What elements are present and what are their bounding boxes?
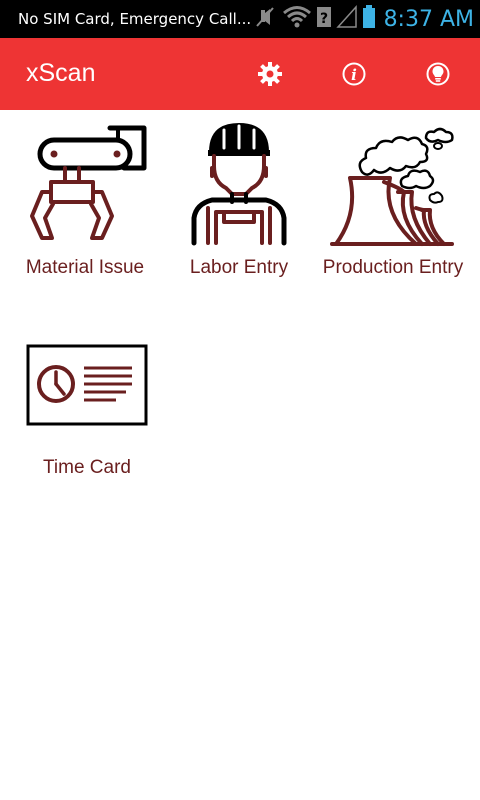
tile-label: Production Entry	[322, 257, 464, 278]
info-icon: i	[342, 62, 366, 86]
battery-icon	[362, 4, 376, 34]
status-bar: No SIM Card, Emergency Call... ? 8:37 AM	[0, 0, 480, 38]
info-button[interactable]: i	[340, 60, 368, 88]
tile-label: Time Card	[43, 457, 131, 478]
factory-icon	[330, 127, 454, 246]
wifi-icon	[282, 4, 312, 34]
robot-arm-icon	[30, 125, 147, 240]
lightbulb-icon	[426, 62, 450, 86]
svg-text:?: ?	[320, 11, 328, 27]
svg-text:i: i	[351, 66, 357, 84]
carrier-status-text: No SIM Card, Emergency Call...	[18, 10, 252, 28]
tile-material-issue[interactable]: Material Issue	[10, 118, 160, 288]
settings-icon	[258, 62, 282, 86]
tile-production-entry[interactable]: Production Entry	[318, 118, 468, 308]
help-button[interactable]	[424, 60, 452, 88]
tile-time-card[interactable]: Time Card	[12, 338, 162, 488]
tile-label: Labor Entry	[189, 257, 289, 278]
mute-icon	[252, 4, 278, 34]
no-signal-icon	[335, 4, 358, 34]
worker-icon	[191, 123, 287, 246]
status-icons: ? 8:37 AM	[248, 4, 474, 34]
time-card-icon	[26, 344, 148, 426]
clock-time: 8:37 AM	[383, 6, 474, 32]
tile-label: Material Issue	[25, 257, 145, 278]
settings-button[interactable]	[256, 60, 284, 88]
tile-labor-entry[interactable]: Labor Entry	[164, 118, 314, 288]
app-title: xScan	[26, 59, 96, 87]
unknown-status-icon: ?	[316, 4, 332, 34]
app-bar: xScan i	[0, 38, 480, 110]
